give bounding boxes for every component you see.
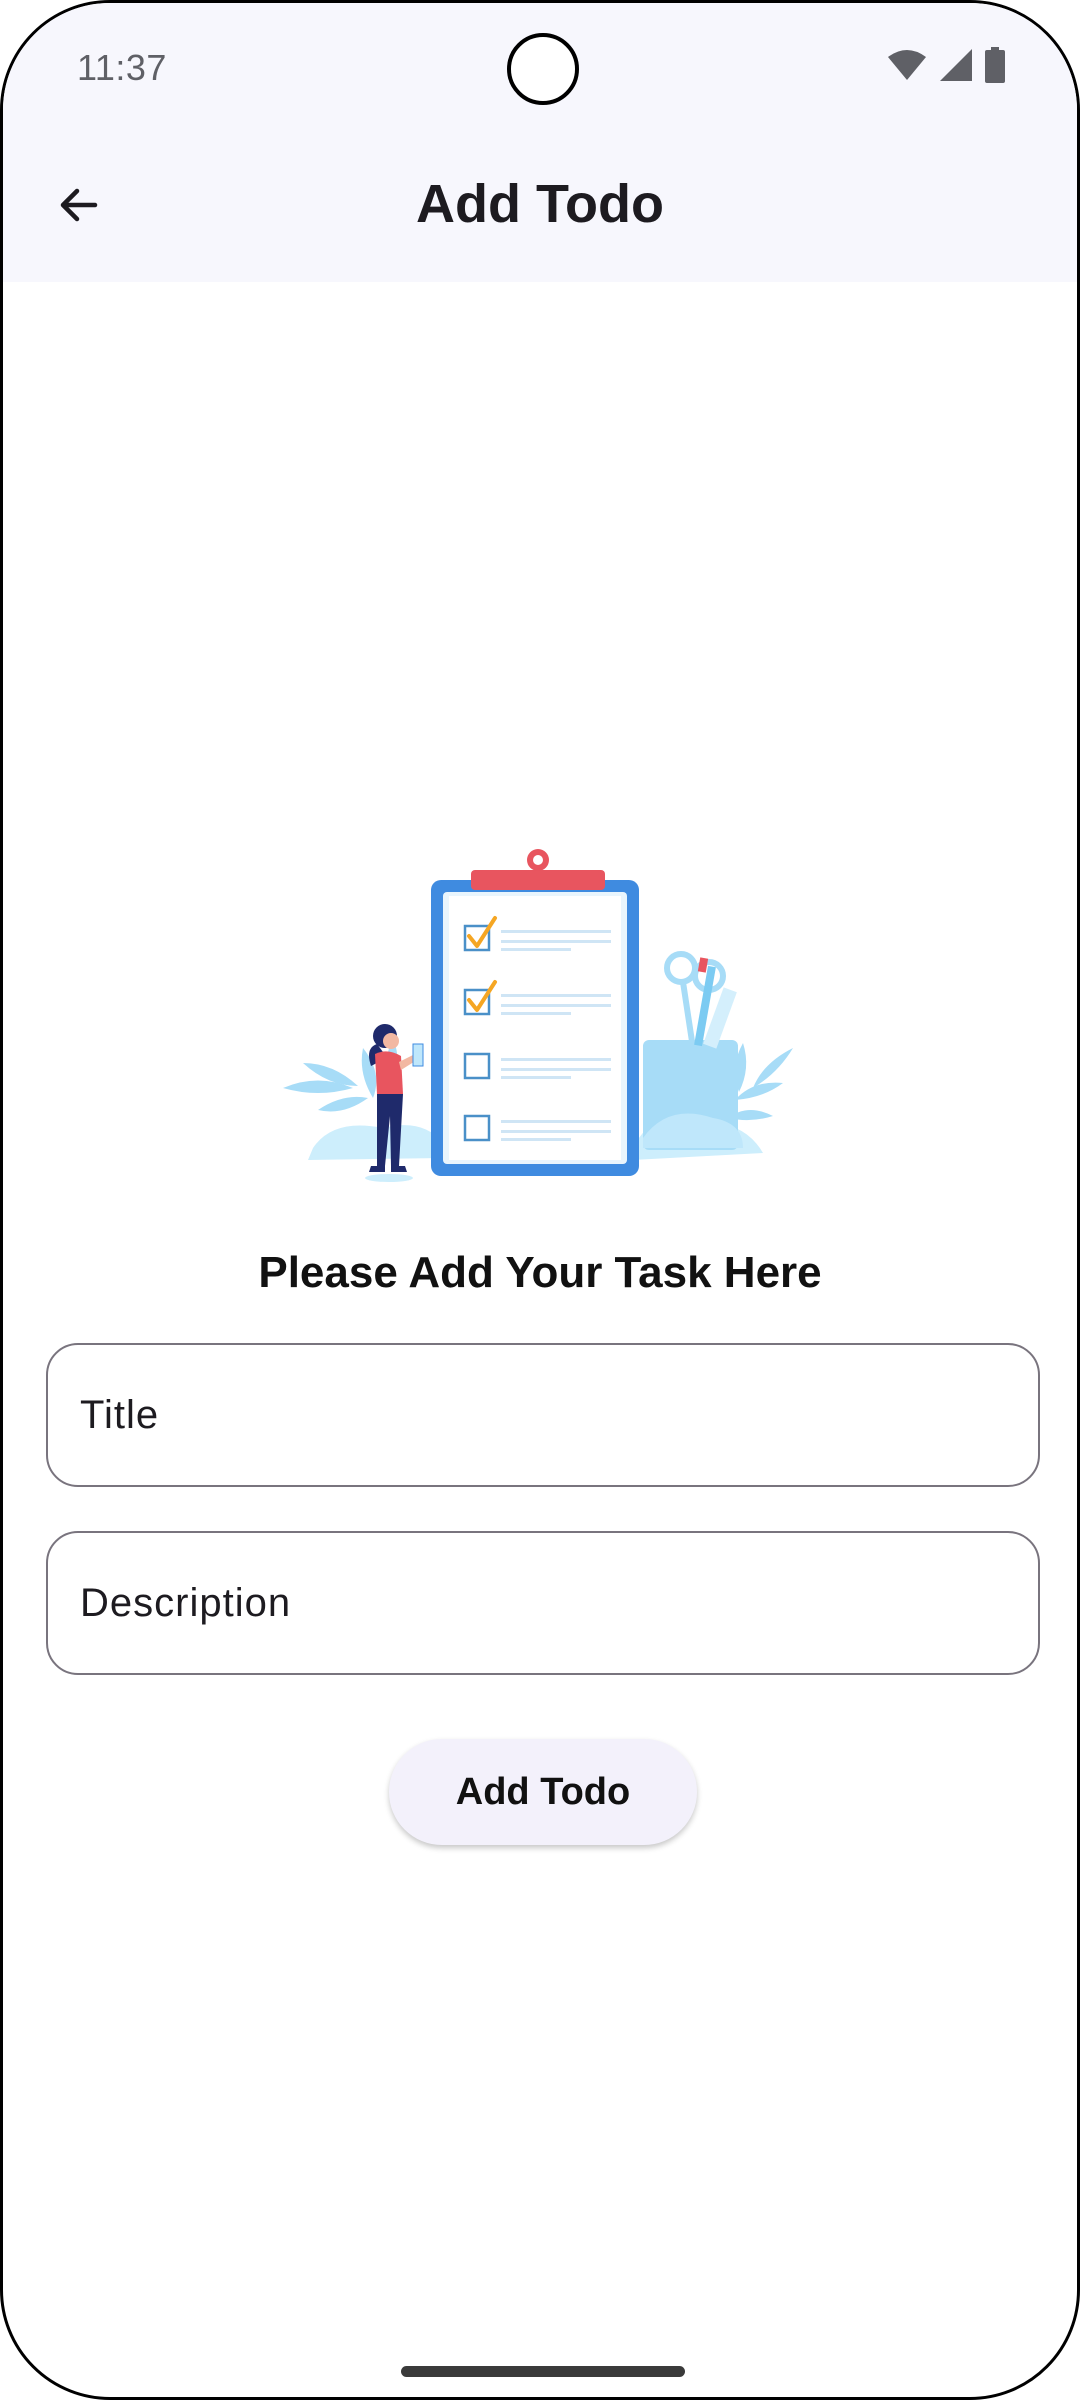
clipboard-checklist-illustration [273,848,803,1188]
signal-icon [939,48,973,82]
status-icons [887,47,1005,83]
wifi-icon [887,49,927,81]
title-input[interactable] [78,1345,1008,1485]
status-time: 11:37 [77,47,167,88]
add-todo-button[interactable]: Add Todo [389,1739,697,1845]
phone-screen: 11:37 Add Todo Please Add Your Task Here… [0,0,1080,2400]
battery-icon [985,47,1005,83]
description-input[interactable] [78,1533,1008,1673]
camera-cutout [507,33,579,105]
page-title: Add Todo [416,174,664,234]
home-indicator[interactable] [401,2366,685,2377]
description-field[interactable] [46,1531,1040,1675]
form-prompt: Please Add Your Task Here [258,1248,822,1297]
title-field[interactable] [46,1343,1040,1487]
